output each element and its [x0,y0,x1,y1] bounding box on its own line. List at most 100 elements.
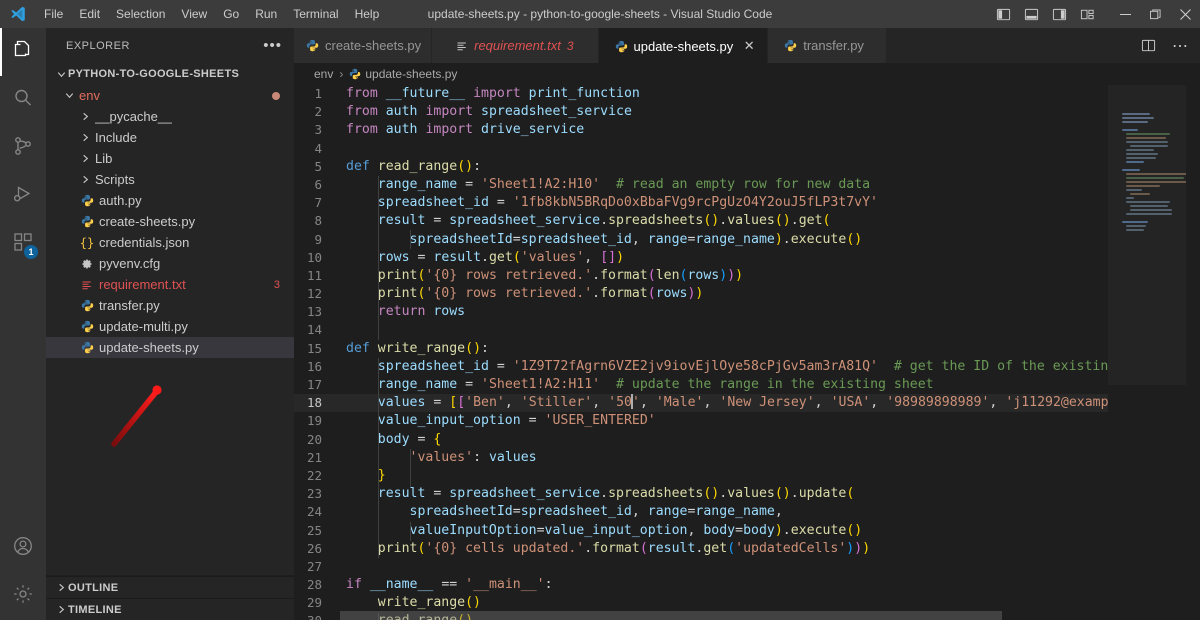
tab-error-badge: 3 [567,39,574,53]
tree-item-update-sheets-py[interactable]: update-sheets.py [46,337,294,358]
source-control-icon [11,134,35,163]
customize-layout-icon[interactable] [1074,1,1100,27]
line-number: 28 [294,576,340,594]
account-icon [11,534,35,563]
breadcrumb-folder[interactable]: env [314,67,333,81]
sidebar-section-timeline[interactable]: TIMELINE [46,598,294,620]
code-scroll-area[interactable]: 1from __future__ import print_function2f… [294,85,1108,620]
tree-item-update-multi-py[interactable]: update-multi.py [46,316,294,337]
tree-item-transfer-py[interactable]: transfer.py [46,295,294,316]
tree-item-scripts[interactable]: Scripts [46,169,294,190]
python-icon [784,39,797,52]
tree-item-credentials-json[interactable]: {} credentials.json [46,232,294,253]
more-actions-icon[interactable]: ⋯ [1166,31,1194,61]
minimap-line [1126,133,1170,135]
file-tree: PYTHON-TO-GOOGLE-SHEETS env __pycache__ [46,63,294,575]
toggle-primary-sidebar-icon[interactable] [990,1,1016,27]
tree-item-env[interactable]: env [46,85,294,106]
minimap-line [1126,173,1192,175]
minimap-line [1126,185,1160,187]
tree-item-create-sheets-py[interactable]: create-sheets.py [46,211,294,232]
line-number: 4 [294,140,340,158]
minimap[interactable] [1108,85,1200,620]
line-number: 6 [294,176,340,194]
menu-help[interactable]: Help [347,0,388,28]
toggle-secondary-sidebar-icon[interactable] [1046,1,1072,27]
activitybar-item-explorer[interactable] [0,28,46,76]
code-line: 3from auth import drive_service [294,121,1108,139]
menu-selection[interactable]: Selection [108,0,173,28]
indent-guide [410,449,411,487]
python-icon [78,320,96,333]
activitybar-item-accounts[interactable] [0,524,46,572]
line-number: 11 [294,267,340,285]
tree-item-label: auth.py [99,193,142,208]
sidebar-section-outline[interactable]: OUTLINE [46,576,294,598]
indent-guide [410,522,411,541]
layout-controls [990,1,1110,27]
menu-go[interactable]: Go [215,0,247,28]
horizontal-scrollbar[interactable] [340,611,1002,620]
activitybar-item-search[interactable] [0,76,46,124]
editor-group: create-sheets.py requirement.txt 3 [294,28,1200,620]
line-number: 13 [294,303,340,321]
tab-create-sheets-py[interactable]: create-sheets.py [294,28,432,63]
tree-item-pycache[interactable]: __pycache__ [46,106,294,127]
tab-update-sheets-py[interactable]: update-sheets.py ✕ [599,28,769,63]
maximize-button[interactable] [1140,0,1170,28]
line-number: 22 [294,467,340,485]
activitybar-item-run-and-debug[interactable] [0,172,46,220]
activitybar-item-extensions[interactable]: 1 [0,220,46,268]
indent-guide [378,358,379,558]
code-line: 4 [294,140,1108,158]
minimize-button[interactable] [1110,0,1140,28]
breadcrumb-file-label: update-sheets.py [365,67,457,81]
line-number: 3 [294,121,340,139]
line-number: 19 [294,412,340,430]
line-number: 10 [294,249,340,267]
breadcrumb-file[interactable]: update-sheets.py [349,67,457,81]
activitybar-item-settings[interactable] [0,572,46,620]
gear-icon [11,582,35,611]
minimap-line [1122,113,1150,115]
tree-item-include[interactable]: Include [46,127,294,148]
code-line: 27 [294,558,1108,576]
menu-terminal[interactable]: Terminal [285,0,346,28]
line-number: 24 [294,503,340,521]
minimap-line [1130,205,1168,207]
files-icon [11,38,35,67]
menu-file[interactable]: File [36,0,71,28]
line-number: 15 [294,340,340,358]
vscode-logo-icon [0,5,36,23]
text-file-icon [78,279,96,291]
close-button[interactable] [1170,0,1200,28]
code-line: 1from __future__ import print_function [294,85,1108,103]
code-text[interactable]: 1from __future__ import print_function2f… [294,85,1108,620]
line-number: 20 [294,431,340,449]
code-line: 14 [294,321,1108,339]
tree-item-requirement-txt[interactable]: requirement.txt 3 [46,274,294,295]
tree-item-pyvenv-cfg[interactable]: pyvenv.cfg [46,253,294,274]
menu-view[interactable]: View [173,0,215,28]
code-line: 6 range_name = 'Sheet1!A2:H10' # read an… [294,176,1108,194]
tree-item-lib[interactable]: Lib [46,148,294,169]
minimap-line [1126,153,1158,155]
tab-transfer-py[interactable]: transfer.py [768,28,887,63]
toggle-panel-icon[interactable] [1018,1,1044,27]
tree-item-label: update-sheets.py [99,340,199,355]
sidebar-more-actions-icon[interactable]: ••• [263,42,282,50]
chevron-right-icon [78,111,92,122]
split-editor-right-icon[interactable] [1134,31,1162,61]
tab-close-icon[interactable]: ✕ [741,38,757,54]
python-icon [615,40,628,53]
tree-item-auth-py[interactable]: auth.py [46,190,294,211]
folder-dirty-indicator [272,92,280,100]
chevron-right-icon [54,582,68,593]
chevron-right-icon [78,174,92,185]
menu-edit[interactable]: Edit [71,0,108,28]
activitybar-item-source-control[interactable] [0,124,46,172]
tab-requirement-txt[interactable]: requirement.txt 3 [432,28,598,63]
tree-root-folder[interactable]: PYTHON-TO-GOOGLE-SHEETS [46,63,294,85]
menu-run[interactable]: Run [247,0,285,28]
breadcrumb: env › update-sheets.py [294,63,1200,85]
